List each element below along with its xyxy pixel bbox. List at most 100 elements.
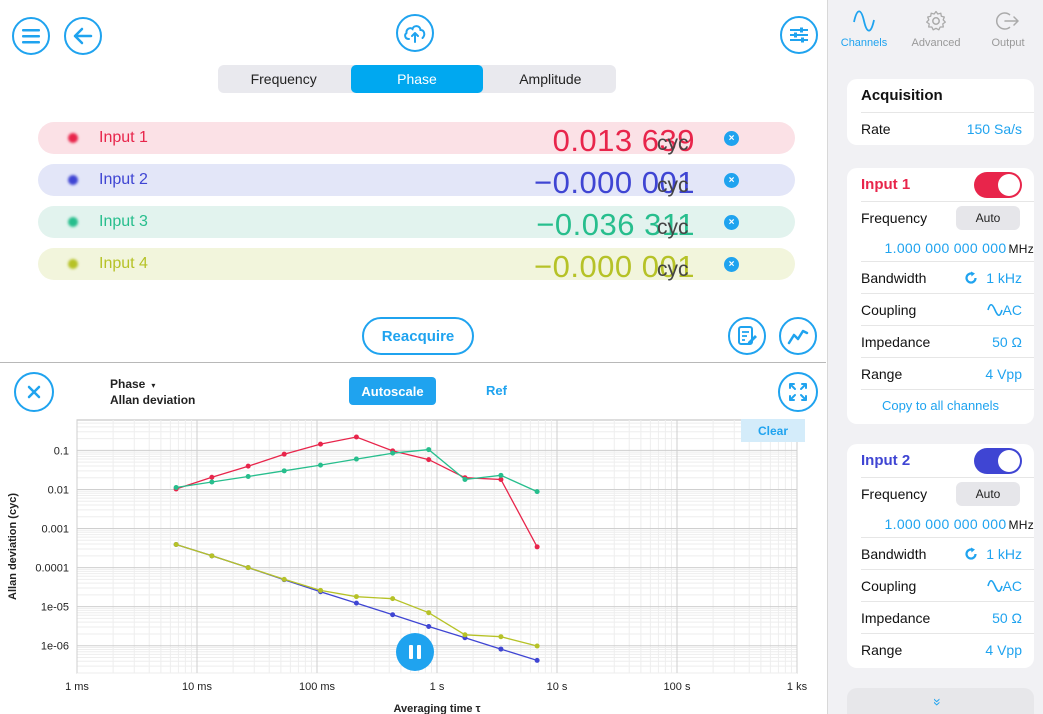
y-tick-label: 0.01 [48,484,69,496]
trend-chart-button[interactable] [779,317,817,355]
input-2-range-row[interactable]: Range 4 Vpp [861,634,1034,666]
hamburger-icon [22,29,40,44]
trend-line-icon [787,329,809,345]
data-point [426,624,432,630]
data-point [353,594,359,600]
channel-name: Input 3 [99,213,148,230]
data-point [534,643,540,649]
bandwidth-label: Bandwidth [861,270,927,286]
input-1-bandwidth-row[interactable]: Bandwidth 1 kHz [861,262,1034,294]
tab-amplitude[interactable]: Amplitude [485,65,616,93]
input-1-card: Input 1 Frequency Auto 1.000 000 000 000… [847,168,1034,424]
input-2-coupling-row[interactable]: Coupling AC [861,570,1034,602]
data-point [173,485,179,491]
tab-frequency[interactable]: Frequency [218,65,349,93]
range-value: 4 Vpp [985,642,1022,658]
input-1-toggle[interactable] [974,172,1022,198]
gear-icon [926,10,946,31]
toggle-knob [998,450,1020,472]
channel-row-input-4[interactable]: Input 4 −0.000 001 cyc × [38,248,795,284]
refresh-icon [965,271,977,284]
channel-unit: cyc [657,258,689,281]
channel-name: Input 2 [99,171,148,188]
menu-button[interactable] [12,17,50,55]
notes-button[interactable] [728,317,766,355]
channel-row-input-1[interactable]: Input 1 0.013 639 cyc × [38,122,795,158]
data-point [498,646,504,652]
autoscale-button[interactable]: Autoscale [349,377,436,405]
chevron-double-down-icon[interactable]: » [930,698,946,706]
tab-advanced[interactable]: Advanced [900,0,972,60]
input-1-coupling-row[interactable]: Coupling AC [861,294,1034,326]
cloud-upload-button[interactable] [396,14,434,52]
input-1-frequency-value-row[interactable]: 1.000 000 000 000 MHz [861,232,1034,262]
channel-row-input-3[interactable]: Input 3 −0.036 311 cyc × [38,206,795,242]
pause-icon [409,645,421,659]
channel-row-input-2[interactable]: Input 2 −0.000 001 cyc × [38,164,795,200]
y-tick-label: 0.0001 [35,563,69,575]
frequency-auto-button[interactable]: Auto [956,206,1020,230]
input-2-frequency-row: Frequency Auto [861,478,1034,508]
data-point [245,463,251,469]
data-point [534,544,540,550]
rate-row[interactable]: Rate 150 Sa/s [861,113,1034,145]
input-2-impedance-row[interactable]: Impedance 50 Ω [861,602,1034,634]
range-label: Range [861,642,903,658]
frequency-value: 1.000 000 000 000 [884,240,1007,256]
acquisition-header: Acquisition [861,79,1034,113]
remove-channel-button[interactable]: × [724,173,739,188]
channel-name: Input 4 [99,255,148,272]
pause-button[interactable] [396,633,434,671]
input-1-frequency-row: Frequency Auto [861,202,1034,232]
ac-wave-icon [986,303,1003,317]
data-point [353,434,359,440]
x-tick-label: 1 ms [65,681,89,693]
acquisition-title: Acquisition [861,87,943,104]
input-1-title: Input 1 [861,176,911,193]
bandwidth-value: 1 kHz [986,270,1022,286]
data-point [245,473,251,479]
input-2-frequency-value-row[interactable]: 1.000 000 000 000 MHz [861,508,1034,538]
main-panel: Frequency Phase Amplitude Input 1 0.013 … [0,0,826,714]
impedance-value: 50 Ω [992,610,1022,626]
remove-channel-button[interactable]: × [724,215,739,230]
back-button[interactable] [64,17,102,55]
input-2-title: Input 2 [861,452,911,469]
data-point [498,634,504,640]
data-point [318,587,324,593]
tab-channels-label: Channels [840,37,888,49]
coupling-value-line: AC [986,302,1022,318]
panel-divider [0,362,826,363]
input-1-impedance-row[interactable]: Impedance 50 Ω [861,326,1034,358]
data-point [390,596,396,602]
remove-channel-button[interactable]: × [724,131,739,146]
data-point [462,476,468,482]
reacquire-button[interactable]: Reacquire [362,317,474,355]
remove-channel-button[interactable]: × [724,257,739,272]
tab-advanced-label: Advanced [911,37,961,49]
data-point [462,632,468,638]
ref-button[interactable]: Ref [486,383,507,398]
input-2-toggle[interactable] [974,448,1022,474]
data-point [318,441,324,447]
tab-output[interactable]: Output [972,0,1043,60]
channel-color-dot [68,175,78,185]
plot-quantity-selector[interactable]: Phase ▾ Allan deviation [110,377,195,407]
tab-phase[interactable]: Phase [351,65,483,93]
tab-channels[interactable]: Channels [828,0,900,60]
coupling-value: AC [1002,578,1022,594]
data-point [281,451,287,457]
input-2-bandwidth-row[interactable]: Bandwidth 1 kHz [861,538,1034,570]
data-point [426,447,432,453]
settings-sliders-button[interactable] [780,16,818,54]
close-plot-button[interactable] [14,372,54,412]
copy-to-all-channels-link[interactable]: Copy to all channels [847,390,1034,422]
frequency-auto-button[interactable]: Auto [956,482,1020,506]
input-1-range-row[interactable]: Range 4 Vpp [861,358,1034,390]
fullscreen-button[interactable] [778,372,818,412]
clear-button[interactable]: Clear [741,419,805,442]
y-axis-label: Allan deviation (cyc) [7,493,19,600]
input-2-header: Input 2 [861,444,1034,478]
refresh-icon [965,547,977,560]
data-point [534,657,540,663]
